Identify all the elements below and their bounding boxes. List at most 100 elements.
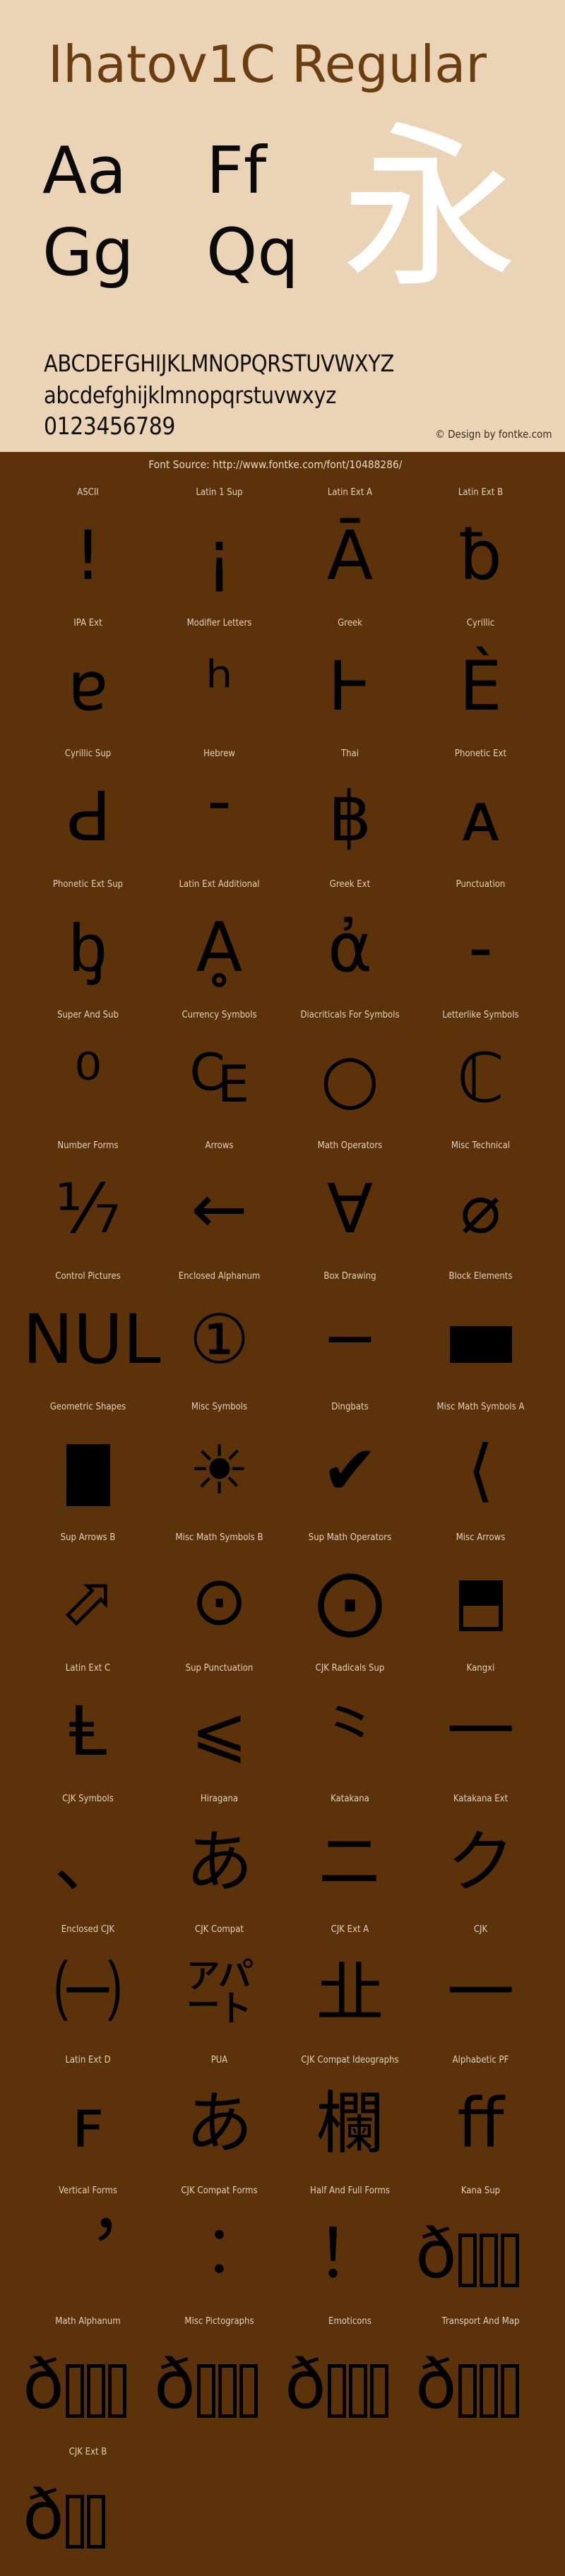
sample-pair-2: Gg (42, 215, 134, 290)
unicode-block-cell[interactable]: PUA あ (154, 2055, 285, 2186)
unicode-block-glyph: ᴀ (415, 764, 546, 877)
unicode-block-label: CJK Compat (195, 1924, 244, 1935)
block-element-shape (449, 1325, 512, 1363)
unicode-block-cell[interactable]: Enclosed CJK ㈠ (23, 1924, 153, 2055)
unicode-block-glyph: ☀ (154, 1417, 285, 1530)
kanji-sample-glyph: 永 (341, 106, 518, 311)
font-source-url[interactable]: Font Source: http://www.fontke.com/font/… (23, 458, 542, 472)
unicode-block-cell[interactable]: Latin 1 Sup ¡ (154, 487, 285, 618)
unicode-block-cell[interactable]: Latin Ext B ƀ (415, 487, 546, 618)
unicode-block-cell[interactable]: Arrows ← (154, 1140, 285, 1271)
unicode-block-cell[interactable]: CJK Symbols 、 (23, 1794, 153, 1924)
unicode-block-cell[interactable]: CJK Compat Forms ︰ (154, 2186, 285, 2316)
unicode-block-label: Sup Punctuation (185, 1663, 254, 1674)
unicode-block-label: Sup Arrows B (60, 1532, 116, 1543)
unicode-block-glyph: ニ (285, 1809, 415, 1922)
unicode-block-glyph: 一 (415, 1940, 546, 2053)
glyph-character: ð (23, 2476, 64, 2555)
unicode-block-cell[interactable]: Math Operators ∀ (285, 1140, 415, 1271)
unicode-block-cell[interactable]: Vertical Forms ︐ (23, 2186, 153, 2316)
unicode-block-cell[interactable]: CJK Ext B ð (23, 2447, 153, 2576)
unicode-block-cell[interactable]: Kana Sup ð (415, 2186, 546, 2316)
unicode-block-row: Super And Sub ⁰ Currency Symbols ₠ Diacritic… (0, 1010, 565, 1140)
unicode-block-cell[interactable]: Enclosed Alphanum ① (154, 1271, 285, 1402)
unicode-block-cell[interactable]: Sup Math Operators ⨀ (285, 1532, 415, 1663)
unicode-block-cell[interactable]: IPA Ext ɐ (23, 618, 153, 749)
unicode-block-row: Number Forms ⅐ Arrows ← Math Operators ∀ Misc … (0, 1140, 565, 1271)
unicode-block-glyph: ƀ (415, 503, 546, 616)
unicode-block-cell[interactable]: Control Pictures NUL (23, 1271, 161, 1402)
unicode-block-row: Enclosed CJK ㈠ CJK Compat ㌀ CJK Ext A 㐀 CJK 一 (0, 1924, 565, 2055)
missing-glyph-box (500, 2364, 519, 2418)
unicode-block-glyph: Ḁ (154, 895, 285, 1008)
unicode-block-cell[interactable]: Phonetic Ext ᴀ (415, 749, 546, 879)
unicode-block-cell[interactable]: Currency Symbols ₠ (154, 1010, 285, 1140)
unicode-block-cell[interactable]: Misc Technical ⌀ (415, 1140, 546, 1271)
glyph-character: ㌀ (185, 1953, 254, 2032)
unicode-block-cell[interactable]: Misc Arrows (415, 1532, 546, 1663)
unicode-block-label: CJK Compat Forms (181, 2186, 258, 2196)
unicode-block-cell[interactable]: Latin Ext A Ā (285, 487, 415, 618)
unicode-block-cell[interactable]: CJK Compat Ideographs 欄 (285, 2055, 415, 2186)
glyph-character: ニ (316, 1823, 384, 1902)
unicode-block-cell[interactable]: CJK Compat ㌀ (154, 1924, 285, 2055)
unicode-block-label: Punctuation (456, 879, 506, 890)
unicode-block-cell[interactable]: Hiragana あ (154, 1794, 285, 1924)
unicode-block-cell[interactable]: Greek Ext ἀ (285, 879, 415, 1010)
unicode-block-cell[interactable]: Cyrillic Sup Ԁ (23, 749, 153, 879)
unicode-block-cell[interactable]: Latin Ext D ꜰ (23, 2055, 153, 2186)
glyph-character: ﬀ (457, 2084, 504, 2163)
glyph-character: 一 (446, 1953, 515, 2032)
unicode-block-cell[interactable]: Sup Punctuation ⩽ (154, 1663, 285, 1794)
unicode-block-cell[interactable]: Alphabetic PF ﬀ (415, 2055, 546, 2186)
unicode-block-label: Half And Full Forms (310, 2186, 390, 2196)
unicode-block-cell[interactable]: Latin Ext Additional Ḁ (154, 879, 285, 1010)
glyph-character: あ (185, 2084, 254, 2163)
unicode-block-cell[interactable]: Misc Math Symbols A ⟨ (415, 1402, 546, 1532)
unicode-block-cell[interactable]: Cyrillic Ѐ (415, 618, 546, 749)
unicode-block-cell[interactable]: CJK Radicals Sup ⺀ (285, 1663, 415, 1794)
unicode-block-cell[interactable]: Katakana ニ (285, 1794, 415, 1924)
unicode-block-cell[interactable]: ASCII! (23, 487, 153, 618)
unicode-block-cell[interactable]: Latin Ext C Ⱡ (23, 1663, 153, 1794)
unicode-block-cell[interactable]: CJK Ext A 㐀 (285, 1924, 415, 2055)
unicode-block-label: Thai (340, 749, 359, 759)
unicode-block-label: Katakana Ext (453, 1794, 509, 1804)
unicode-block-glyph: ʰ (154, 633, 285, 746)
glyph-character: ⁰ (74, 1039, 102, 1118)
unicode-block-cell[interactable]: Diacriticals For Symbols ○ (285, 1010, 415, 1140)
unicode-block-cell[interactable]: Hebrew ־ (154, 749, 285, 879)
unicode-block-cell[interactable]: Misc Math Symbols B ⊙ (154, 1532, 285, 1663)
unicode-block-cell[interactable]: Transport And Map ð (415, 2316, 546, 2447)
sample-pair-0: Aa (42, 133, 127, 208)
glyph-character: 欄 (316, 2084, 384, 2163)
unicode-block-cell[interactable]: Phonetic Ext Sup ᶀ (23, 879, 153, 1010)
unicode-block-cell[interactable]: Greek Ͱ (285, 618, 415, 749)
unicode-block-cell[interactable]: Misc Symbols ☀ (154, 1402, 285, 1532)
unicode-block-cell[interactable]: Katakana Ext ク (415, 1794, 546, 1924)
unicode-block-glyph: ⼀ (415, 1678, 546, 1791)
unicode-block-glyph: ︐ (23, 2201, 153, 2314)
unicode-block-cell[interactable]: Dingbats ✔ (285, 1402, 415, 1532)
unicode-block-cell[interactable]: CJK 一 (415, 1924, 546, 2055)
glyph-character: ¡ (206, 516, 233, 595)
unicode-block-glyph (415, 1287, 546, 1400)
unicode-block-glyph: Ͱ (285, 633, 415, 746)
unicode-block-cell[interactable]: Super And Sub ⁰ (23, 1010, 153, 1140)
unicode-block-label: Emoticons (328, 2316, 371, 2327)
unicode-block-cell[interactable]: Thai ฿ (285, 749, 415, 879)
unicode-block-row: CJK Symbols 、 Hiragana あ Katakana ニ Katakana E… (0, 1794, 565, 1924)
unicode-block-cell[interactable]: Letterlike Symbols ℂ (415, 1010, 546, 1140)
unicode-block-cell[interactable]: Box Drawing ─ (285, 1271, 415, 1402)
unicode-block-glyph: ① (154, 1287, 285, 1400)
unicode-block-cell[interactable]: Kangxi ⼀ (415, 1663, 546, 1794)
unicode-block-cell[interactable]: Number Forms ⅐ (23, 1140, 153, 1271)
unicode-block-label: Hebrew (203, 749, 235, 759)
unicode-block-glyph: 、 (23, 1809, 153, 1922)
unicode-block-cell[interactable]: Sup Arrows B ⬀ (23, 1532, 153, 1663)
unicode-block-cell[interactable]: Geometric Shapes (23, 1402, 153, 1532)
unicode-block-row: Cyrillic Sup Ԁ Hebrew ־ Thai ฿ Phonetic Ext ᴀ (0, 749, 565, 879)
unicode-block-cell[interactable]: Punctuation ‐ (415, 879, 546, 1010)
unicode-block-cell[interactable]: Block Elements (415, 1271, 546, 1402)
unicode-block-cell[interactable]: Modifier Letters ʰ (154, 618, 285, 749)
